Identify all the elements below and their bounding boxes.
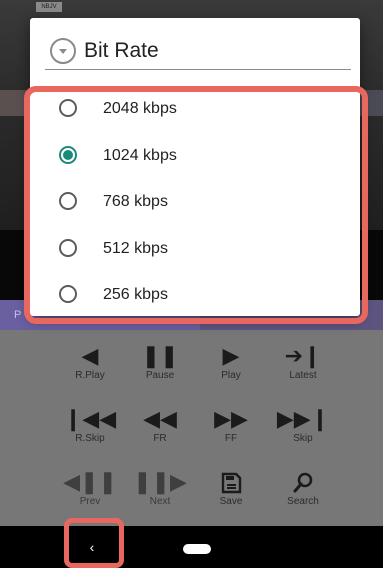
latest-icon: ➔❙	[284, 343, 322, 368]
bitrate-option-256[interactable]: 256 kbps	[30, 272, 350, 318]
radio-unchecked-icon[interactable]	[59, 285, 77, 303]
next-label: Next	[149, 496, 171, 507]
pause-label: Pause	[145, 370, 175, 381]
option-label: 768 kbps	[103, 193, 168, 210]
next-frame-icon: ❚❚▶	[133, 469, 187, 494]
latest-button[interactable]: ➔❙ Latest	[273, 340, 333, 392]
save-icon	[201, 468, 261, 496]
ff-button[interactable]: ▶▶ FF	[201, 403, 261, 455]
pause-button[interactable]: ❚❚ Pause	[130, 340, 190, 392]
rskip-button[interactable]: ❙◀◀ R.Skip	[60, 403, 120, 455]
option-label: 512 kbps	[103, 240, 168, 257]
radio-unchecked-icon[interactable]	[59, 192, 77, 210]
prev-label: Prev	[79, 496, 101, 507]
fast-forward-icon: ▶▶	[214, 406, 248, 431]
prev-button[interactable]: ◀❚❚ Prev	[60, 466, 120, 518]
chevron-circle-down-icon	[50, 38, 76, 64]
bitrate-option-1024[interactable]: 1024 kbps	[30, 133, 350, 179]
play-label: Play	[221, 370, 241, 381]
skip-label: Skip	[293, 433, 313, 444]
rplay-label: R.Play	[75, 370, 105, 381]
save-label: Save	[219, 496, 243, 507]
fr-button[interactable]: ◀◀ FR	[130, 403, 190, 455]
bitrate-option-2048[interactable]: 2048 kbps	[30, 86, 350, 132]
radio-unchecked-icon[interactable]	[59, 239, 77, 257]
dialog-header: Bit Rate	[30, 18, 360, 88]
option-label: 2048 kbps	[103, 100, 177, 117]
skip-button[interactable]: ▶▶❙ Skip	[273, 403, 333, 455]
search-label: Search	[287, 496, 319, 507]
radio-checked-icon[interactable]	[59, 146, 77, 164]
home-pill-button[interactable]	[183, 544, 211, 554]
play-button[interactable]: ▶ Play	[201, 340, 261, 392]
play-icon: ▶	[222, 343, 240, 368]
fr-label: FR	[153, 433, 167, 444]
reverse-play-icon: ◀	[81, 343, 99, 368]
fast-reverse-icon: ◀◀	[143, 406, 177, 431]
progress-label: P	[14, 309, 22, 321]
option-label: 1024 kbps	[103, 147, 177, 164]
dialog-title: Bit Rate	[84, 39, 159, 62]
bitrate-option-512[interactable]: 512 kbps	[30, 226, 350, 272]
bitrate-option-768[interactable]: 768 kbps	[30, 179, 350, 225]
pause-icon: ❚❚	[141, 343, 179, 368]
search-icon	[273, 468, 333, 496]
back-button[interactable]: ‹	[84, 538, 100, 556]
radio-unchecked-icon[interactable]	[59, 99, 77, 117]
title-divider	[45, 69, 351, 70]
video-badge: NBJV	[36, 2, 62, 12]
rplay-button[interactable]: ◀ R.Play	[60, 340, 120, 392]
reverse-skip-icon: ❙◀◀	[63, 406, 117, 431]
previous-frame-icon: ◀❚❚	[63, 469, 117, 494]
skip-icon: ▶▶❙	[276, 406, 330, 431]
rskip-label: R.Skip	[75, 433, 105, 444]
next-button[interactable]: ❚❚▶ Next	[130, 466, 190, 518]
option-label: 256 kbps	[103, 286, 168, 303]
save-button[interactable]: Save	[201, 466, 261, 518]
search-button[interactable]: Search	[273, 466, 333, 518]
latest-label: Latest	[289, 370, 317, 381]
ff-label: FF	[224, 433, 238, 444]
